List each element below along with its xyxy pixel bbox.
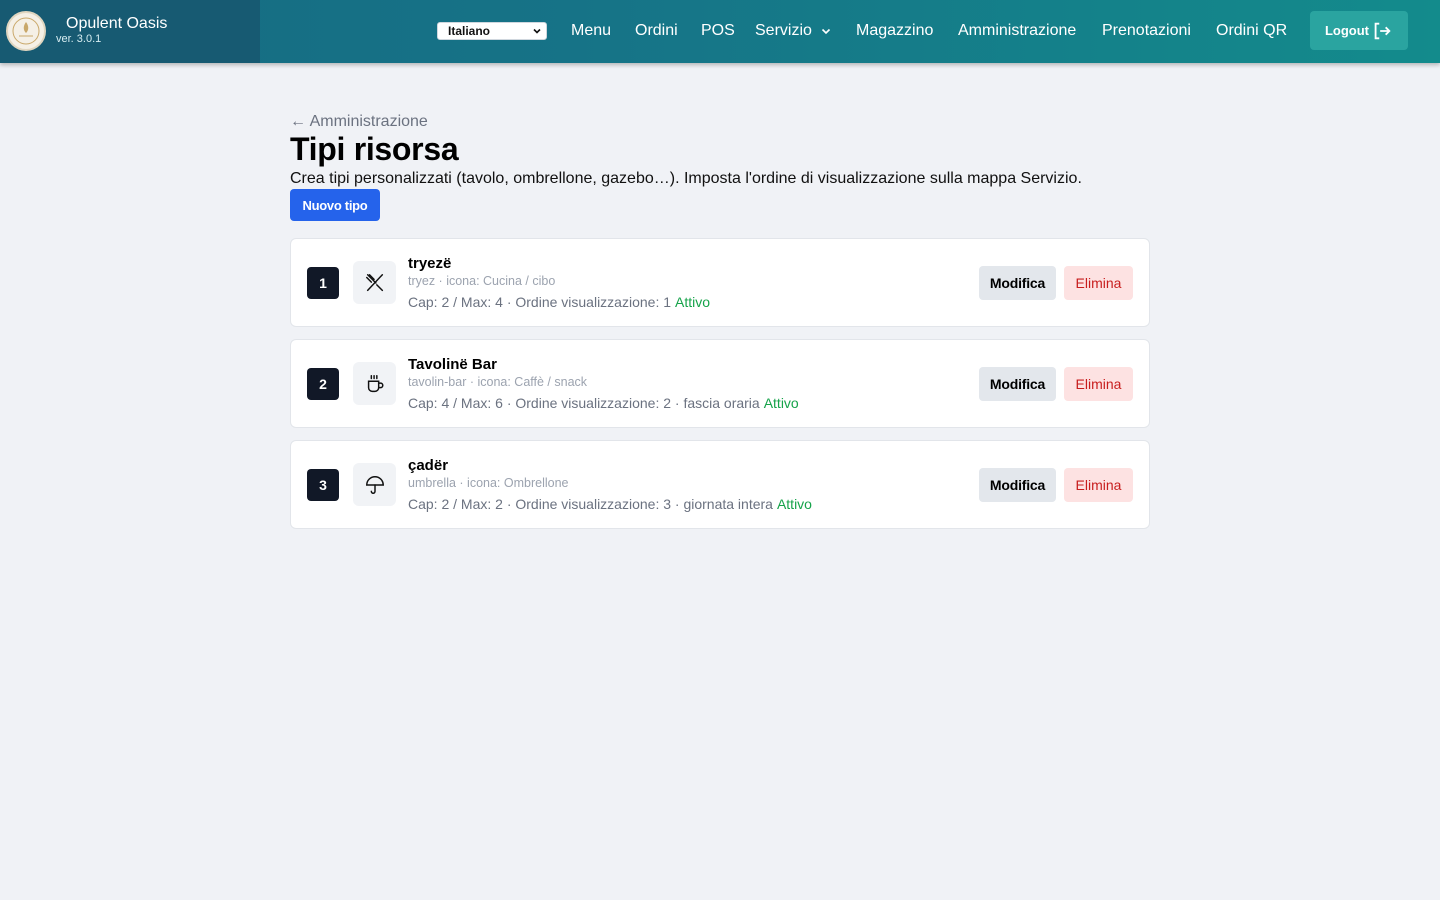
logout-label: Logout	[1324, 23, 1370, 38]
logo-icon	[6, 11, 46, 51]
page-title: Tipi risorsa	[290, 131, 459, 167]
status-badge: Attivo	[763, 395, 799, 411]
top-navbar: Opulent Oasis ver. 3.0.1 Italiano Menu O…	[0, 0, 1440, 63]
type-details-text: Cap: 2 / Max: 2 · Ordine visualizzazione…	[408, 496, 773, 512]
type-meta: tryez · icona: Cucina / cibo	[408, 274, 556, 288]
order-badge: 1	[307, 267, 339, 299]
type-icon-box	[353, 463, 396, 506]
language-select-value: Italiano	[448, 24, 491, 38]
order-badge: 3	[307, 469, 339, 501]
type-icon-box	[353, 261, 396, 304]
resource-type-card: 3 çadër umbrella · icona: Ombrellone Cap…	[290, 440, 1150, 529]
umbrella-icon	[365, 475, 384, 494]
delete-button[interactable]: Elimina	[1064, 266, 1133, 300]
status-badge: Attivo	[675, 294, 711, 310]
type-details-text: Cap: 4 / Max: 6 · Ordine visualizzazione…	[408, 395, 760, 411]
nav-magazzino[interactable]: Magazzino	[856, 21, 933, 41]
chevron-down-icon	[533, 28, 541, 34]
utensils-icon	[365, 273, 383, 291]
nav-amministrazione[interactable]: Amministrazione	[958, 21, 1076, 41]
type-details: Cap: 2 / Max: 2 · Ordine visualizzazione…	[408, 496, 812, 512]
nav-prenotazioni[interactable]: Prenotazioni	[1102, 21, 1191, 41]
nav-menu[interactable]: Menu	[571, 21, 611, 41]
nav-pos-label: POS	[701, 22, 735, 39]
brand-block[interactable]: Opulent Oasis ver. 3.0.1	[0, 0, 260, 63]
logout-button[interactable]: Logout	[1310, 11, 1408, 50]
edit-button[interactable]: Modifica	[979, 266, 1056, 300]
type-name: Tavolinë Bar	[408, 356, 497, 373]
nav-pos[interactable]: POS	[701, 21, 735, 41]
back-link[interactable]: ← Amministrazione	[290, 113, 428, 131]
type-details: Cap: 2 / Max: 4 · Ordine visualizzazione…	[408, 294, 710, 310]
resource-type-card: 2 Tavolinë Bar tavolin-bar · icona: Caff…	[290, 339, 1150, 428]
nav-servizio-label: Servizio	[755, 22, 812, 39]
brand-name: Opulent Oasis	[66, 15, 168, 32]
nav-servizio[interactable]: Servizio	[755, 21, 832, 41]
chevron-down-icon	[822, 28, 831, 34]
logout-icon	[1374, 22, 1391, 39]
type-meta: tavolin-bar · icona: Caffè / snack	[408, 375, 588, 389]
resource-type-card: 1 tryezë tryez · icona: Cucina / cibo Ca…	[290, 238, 1150, 327]
new-type-button[interactable]: Nuovo tipo	[290, 189, 380, 221]
order-badge: 2	[307, 368, 339, 400]
status-badge: Attivo	[776, 496, 812, 512]
edit-button[interactable]: Modifica	[979, 367, 1056, 401]
type-name: çadër	[408, 457, 449, 474]
nav-menu-label: Menu	[571, 22, 612, 39]
type-name: tryezë	[408, 255, 452, 272]
nav-ordini-qr-label: Ordini QR	[1216, 22, 1288, 39]
type-icon-box	[353, 362, 396, 405]
type-meta: umbrella · icona: Ombrellone	[408, 476, 569, 490]
nav-ordini-qr[interactable]: Ordini QR	[1216, 21, 1287, 41]
type-details: Cap: 4 / Max: 6 · Ordine visualizzazione…	[408, 395, 799, 411]
app-version: ver. 3.0.1	[56, 33, 102, 45]
nav-prenotazioni-label: Prenotazioni	[1102, 22, 1191, 39]
nav-amministrazione-label: Amministrazione	[958, 22, 1077, 39]
delete-button[interactable]: Elimina	[1064, 468, 1133, 502]
delete-button[interactable]: Elimina	[1064, 367, 1133, 401]
page-description: Crea tipi personalizzati (tavolo, ombrel…	[290, 170, 1082, 187]
nav-ordini-label: Ordini	[635, 22, 678, 39]
language-select[interactable]: Italiano	[437, 22, 547, 40]
coffee-cup-icon	[367, 374, 384, 392]
edit-button[interactable]: Modifica	[979, 468, 1056, 502]
nav-ordini[interactable]: Ordini	[635, 21, 678, 41]
type-details-text: Cap: 2 / Max: 4 · Ordine visualizzazione…	[408, 294, 672, 310]
nav-magazzino-label: Magazzino	[856, 22, 934, 39]
